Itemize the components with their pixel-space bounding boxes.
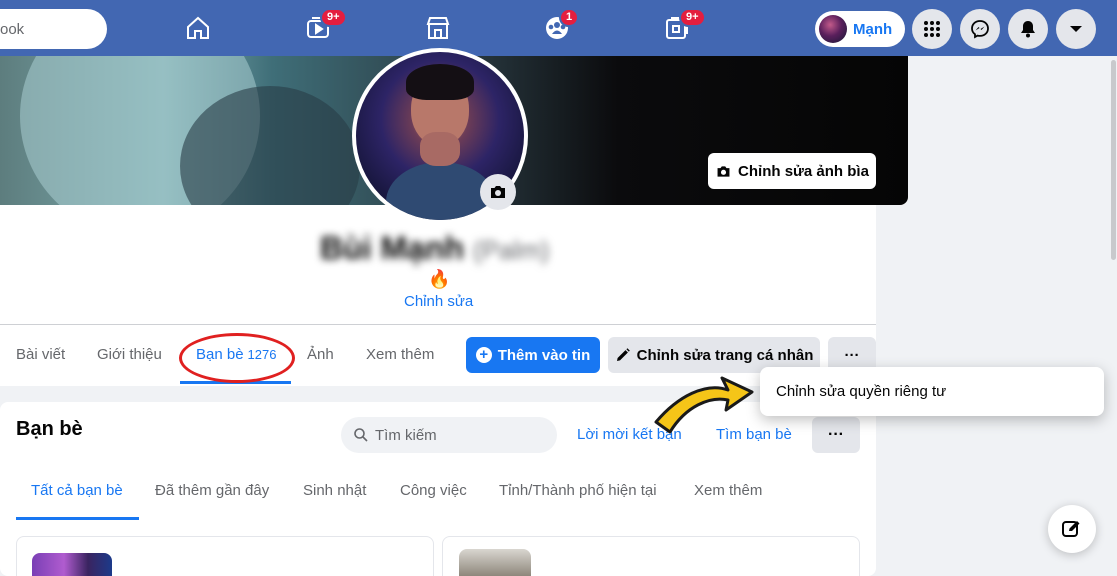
gaming-badge: 9+: [679, 8, 706, 27]
menu-grid-icon[interactable]: [912, 9, 952, 49]
page-scrollbar[interactable]: [1110, 56, 1117, 576]
profile-shortcut[interactable]: Mạnh: [815, 11, 905, 47]
friends-search-placeholder: Tìm kiếm: [375, 426, 437, 444]
profile-more-menu-item-privacy[interactable]: Chỉnh sửa quyền riêng tư: [760, 367, 1104, 416]
divider: [0, 324, 876, 325]
tab-photos[interactable]: Ảnh: [307, 346, 334, 363]
watch-icon[interactable]: 9+: [298, 8, 347, 46]
profile-name-main: Bùi Mạnh: [320, 230, 464, 266]
subtab-recently-added[interactable]: Đã thêm gần đây: [155, 482, 269, 499]
friends-title: Bạn bè: [16, 418, 83, 440]
friend-card[interactable]: [442, 536, 860, 576]
active-subtab-indicator: [16, 517, 139, 520]
scrollbar-thumb[interactable]: [1111, 60, 1116, 260]
subtab-current-city[interactable]: Tỉnh/Thành phố hiện tại: [499, 482, 657, 499]
annotation-circle: [179, 333, 295, 383]
friend-photo: [459, 549, 531, 576]
friends-more-button[interactable]: ···: [812, 417, 860, 453]
plus-icon: +: [475, 347, 492, 363]
search-icon: [354, 428, 368, 442]
add-to-story-button[interactable]: + Thêm vào tin: [466, 337, 600, 373]
profile-page: Chỉnh sửa ảnh bìa Bùi Mạnh (Palm) 🔥 Chỉn…: [0, 48, 908, 576]
watch-badge: 9+: [320, 8, 347, 27]
privacy-menu-label: Chỉnh sửa quyền riêng tư: [776, 383, 947, 400]
profile-shortcut-name: Mạnh: [853, 20, 893, 38]
friend-card[interactable]: [16, 536, 434, 576]
tab-label: Giới thiệu: [97, 346, 162, 363]
annotation-arrow: [654, 376, 754, 434]
add-to-story-label: Thêm vào tin: [497, 346, 591, 364]
avatar-hair: [406, 64, 474, 100]
pencil-icon: [616, 348, 630, 361]
groups-badge: 1: [559, 8, 580, 27]
search-text: ook: [0, 20, 25, 38]
subtab-all-friends[interactable]: Tất cả bạn bè: [31, 482, 123, 499]
more-dots-icon: ···: [828, 426, 844, 443]
bio-emoji: 🔥: [428, 269, 451, 289]
subtab-see-more[interactable]: Xem thêm: [694, 482, 762, 499]
camera-icon: [717, 165, 730, 177]
edit-bio-link[interactable]: Chỉnh sửa: [404, 293, 473, 310]
edit-cover-button[interactable]: Chỉnh sửa ảnh bìa: [708, 153, 876, 189]
home-icon[interactable]: [178, 10, 218, 46]
change-profile-picture-button[interactable]: [480, 174, 516, 210]
avatar: [819, 15, 847, 43]
friends-search-input[interactable]: Tìm kiếm: [341, 417, 557, 453]
friend-photo: [32, 553, 112, 576]
tab-label: Ảnh: [307, 346, 334, 363]
avatar-hands: [420, 132, 460, 166]
subtab-birthdays[interactable]: Sinh nhật: [303, 482, 366, 499]
profile-name-alt: (Palm): [472, 235, 550, 265]
groups-icon[interactable]: 1: [537, 8, 580, 46]
profile-name: Bùi Mạnh (Palm): [320, 230, 549, 267]
marketplace-icon[interactable]: [418, 10, 458, 46]
new-message-button[interactable]: [1048, 505, 1096, 553]
tab-about[interactable]: Giới thiệu: [97, 346, 162, 363]
subtab-work[interactable]: Công việc: [400, 482, 467, 499]
tab-more[interactable]: Xem thêm: [366, 346, 434, 363]
facebook-search-box[interactable]: ook: [0, 9, 107, 49]
more-dots-icon: ···: [844, 346, 860, 364]
notifications-icon[interactable]: [1008, 9, 1048, 49]
compose-icon: [1062, 521, 1080, 537]
tab-posts[interactable]: Bài viết: [16, 346, 65, 363]
account-dropdown-icon[interactable]: [1056, 9, 1096, 49]
top-navigation-bar: ook 9+ 1 9+ Mạnh: [0, 0, 1117, 56]
tab-label: Xem thêm: [366, 346, 435, 363]
camera-icon: [491, 186, 505, 198]
edit-profile-label: Chỉnh sửa trang cá nhân: [636, 346, 814, 364]
gaming-icon[interactable]: 9+: [657, 8, 706, 46]
messenger-icon[interactable]: [960, 9, 1000, 49]
right-background: [876, 56, 1117, 576]
edit-cover-label: Chỉnh sửa ảnh bìa: [738, 162, 869, 180]
tab-label: Bài viết: [16, 346, 66, 363]
